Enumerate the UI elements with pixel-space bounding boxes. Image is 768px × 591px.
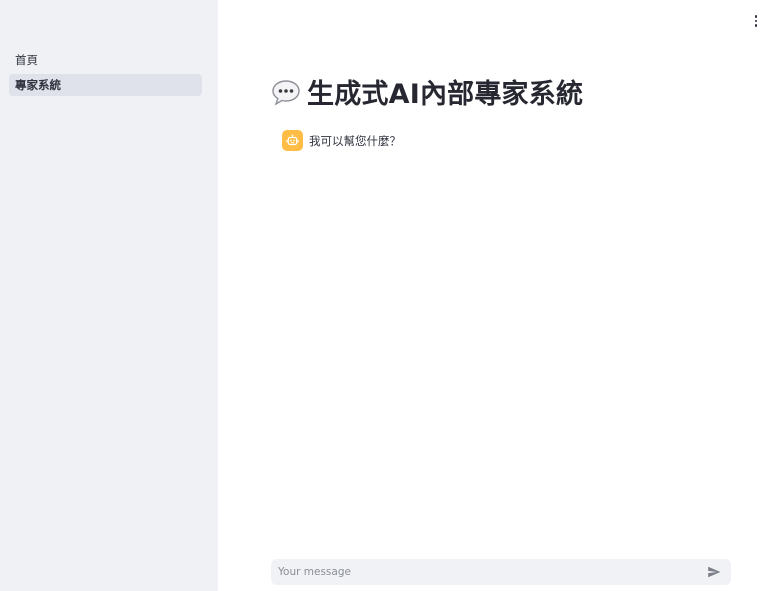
sidebar-item-expert-system[interactable]: 專家系統 [9,74,202,96]
send-icon[interactable] [703,561,725,583]
speech-bubble-icon [271,77,301,107]
sidebar-item-label: 首頁 [15,53,38,67]
chat-message: 我可以幫您什麼？ [282,130,401,151]
page-header: 生成式AI內部專家系統 [271,72,583,111]
kebab-menu-icon[interactable] [749,12,763,30]
page-title: 生成式AI內部專家系統 [307,79,584,110]
message-text: 我可以幫您什麼？ [309,133,401,148]
message-input[interactable] [271,559,703,585]
sidebar: 首頁 專家系統 [0,0,218,591]
app-root: 首頁 專家系統 生成式AI內部專家系統 我可以幫您什麼？ Your messag… [0,0,768,591]
sidebar-item-home[interactable]: 首頁 [9,49,202,71]
sidebar-item-label: 專家系統 [15,78,61,92]
chat-input-bar [271,559,731,585]
robot-icon [282,130,303,151]
sidebar-nav: 首頁 專家系統 [9,49,202,99]
